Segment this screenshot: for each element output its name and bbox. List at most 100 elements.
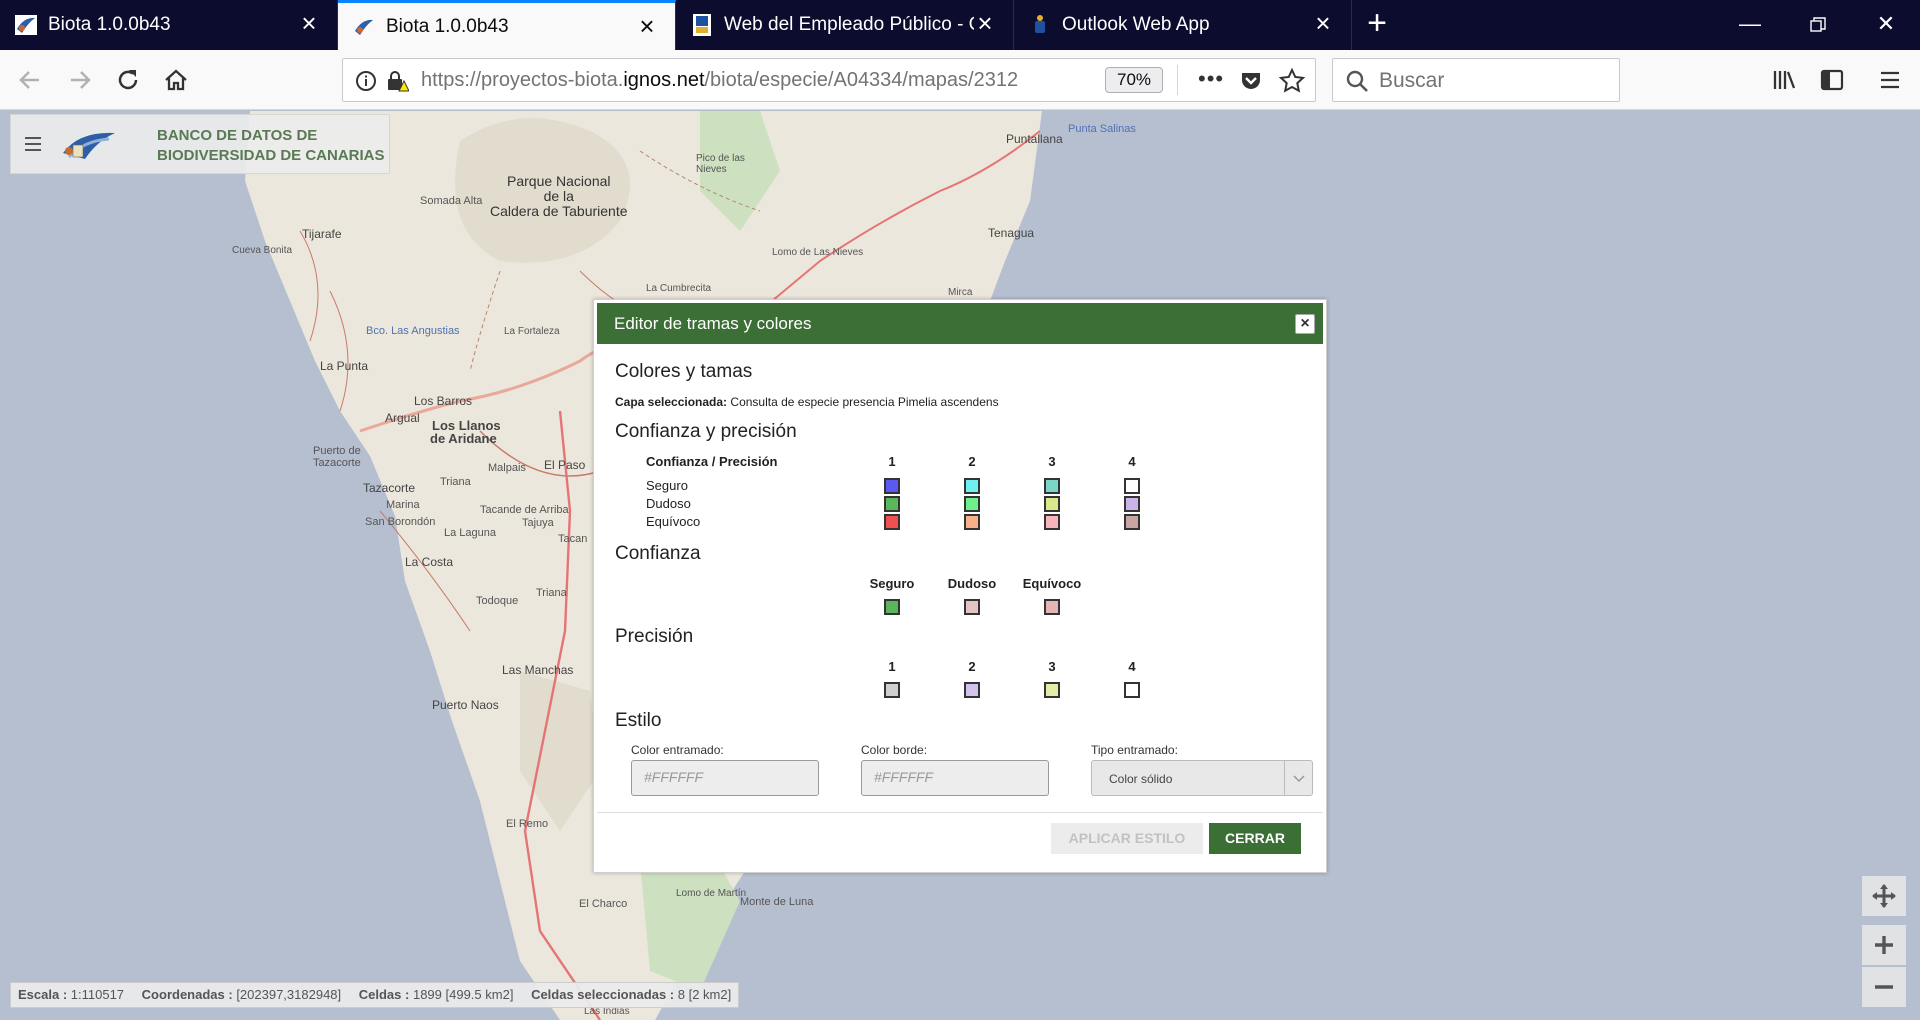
section-colors-heading: Colores y tamas <box>615 361 753 382</box>
search-icon <box>1346 70 1368 92</box>
plus-icon <box>1875 936 1893 954</box>
matrix-col-2: 2 <box>968 454 976 469</box>
page-actions-icon[interactable]: ••• <box>1198 65 1224 93</box>
map-label: La Laguna <box>444 527 496 539</box>
app-logo-icon <box>63 132 115 159</box>
map-label: Monte de Luna <box>740 896 814 908</box>
section-prec-heading: Precisión <box>615 626 694 647</box>
restore-icon[interactable] <box>1784 0 1852 50</box>
tab-biota-1[interactable]: Biota 1.0.0b43 × <box>0 0 338 50</box>
zoom-in-button[interactable] <box>1862 925 1906 965</box>
swatch-conf-seguro[interactable] <box>884 599 900 615</box>
swatch-equivoco-4[interactable] <box>1124 514 1140 530</box>
map-label: Somada Alta <box>420 195 483 207</box>
swatch-conf-equivoco[interactable] <box>1044 599 1060 615</box>
back-button[interactable] <box>8 58 52 102</box>
info-icon[interactable] <box>355 70 377 92</box>
tab-bar: Biota 1.0.0b43 × Biota 1.0.0b43 × Web de… <box>0 0 1920 50</box>
map-label-park: Parque Nacional de la Caldera de Taburie… <box>490 173 628 219</box>
app-title: BANCO DE DATOS DE BIODIVERSIDAD DE CANAR… <box>157 127 385 164</box>
home-button[interactable] <box>154 58 198 102</box>
section-conf-prec-heading: Confianza y precisión <box>615 421 797 442</box>
tab-title: Web del Empleado Público - Go <box>724 14 974 35</box>
border-color-label: Color borde: <box>861 743 928 757</box>
border-color-input[interactable]: #FFFFFF <box>861 760 1049 796</box>
matrix-header: Confianza / Precisión <box>646 454 778 469</box>
map-label: Argual <box>385 411 420 425</box>
fill-color-input[interactable]: #FFFFFF <box>631 760 819 796</box>
cells-label: Celdas : <box>358 987 410 1002</box>
fill-type-select[interactable]: Color sólido <box>1091 760 1313 796</box>
swatch-prec-1[interactable] <box>884 682 900 698</box>
map-label: Triana <box>536 587 567 599</box>
swatch-equivoco-1[interactable] <box>884 514 900 530</box>
dialog-close-icon[interactable]: × <box>1295 314 1315 334</box>
map-label: Tazacorte <box>313 457 361 469</box>
swatch-dudoso-1[interactable] <box>884 496 900 512</box>
reload-icon <box>118 70 138 90</box>
chevron-down-icon[interactable] <box>1284 761 1312 795</box>
swatch-seguro-2[interactable] <box>964 478 980 494</box>
swatch-seguro-4[interactable] <box>1124 478 1140 494</box>
library-button[interactable] <box>1762 58 1806 102</box>
bookmark-star-icon[interactable] <box>1279 68 1305 94</box>
search-input[interactable]: Buscar <box>1332 58 1620 102</box>
swatch-seguro-3[interactable] <box>1044 478 1060 494</box>
pan-button[interactable] <box>1862 876 1906 916</box>
scale-value: 1:110517 <box>70 987 125 1002</box>
conf-col-dudoso: Dudoso <box>947 576 997 591</box>
minimize-icon[interactable]: — <box>1716 0 1784 50</box>
swatch-dudoso-3[interactable] <box>1044 496 1060 512</box>
map-label: Puerto de <box>313 445 361 457</box>
hamburger-menu-icon <box>1881 71 1899 89</box>
swatch-prec-4[interactable] <box>1124 682 1140 698</box>
reload-button[interactable] <box>106 58 150 102</box>
map-label: Triana <box>440 476 471 488</box>
tab-close-icon[interactable]: × <box>635 13 659 39</box>
map-label: Tacande de Arriba <box>480 504 569 516</box>
new-tab-button[interactable]: + <box>1352 0 1402 50</box>
zoom-out-button[interactable] <box>1862 967 1906 1007</box>
selected-cells-value: 8 [2 km2] <box>677 987 732 1002</box>
apply-style-button[interactable]: APLICAR ESTILO <box>1051 823 1203 854</box>
pocket-icon[interactable] <box>1239 69 1263 93</box>
biota-favicon-icon <box>355 19 373 35</box>
zoom-indicator[interactable]: 70% <box>1105 67 1163 93</box>
swatch-prec-3[interactable] <box>1044 682 1060 698</box>
move-icon <box>1872 884 1896 908</box>
divider <box>1177 65 1178 95</box>
tab-close-icon[interactable]: × <box>1311 10 1335 36</box>
search-placeholder: Buscar <box>1379 69 1445 92</box>
swatch-dudoso-2[interactable] <box>964 496 980 512</box>
map-label: Tenagua <box>988 226 1035 240</box>
map-label: de Aridane <box>430 431 497 446</box>
matrix-col-1: 1 <box>888 454 896 469</box>
swatch-prec-2[interactable] <box>964 682 980 698</box>
sidebar-button[interactable] <box>1810 58 1854 102</box>
gov-favicon-icon <box>693 14 711 36</box>
tab-close-icon[interactable]: × <box>973 10 997 36</box>
swatch-equivoco-3[interactable] <box>1044 514 1060 530</box>
matrix-row-seguro: Seguro <box>646 478 688 493</box>
swatch-equivoco-2[interactable] <box>964 514 980 530</box>
swatch-conf-dudoso[interactable] <box>964 599 980 615</box>
dialog-header: Editor de tramas y colores × <box>597 303 1323 344</box>
swatch-dudoso-4[interactable] <box>1124 496 1140 512</box>
swatch-seguro-1[interactable] <box>884 478 900 494</box>
close-dialog-button[interactable]: CERRAR <box>1209 823 1301 854</box>
app-menu-icon[interactable] <box>25 137 41 151</box>
menu-button[interactable] <box>1868 58 1912 102</box>
coords-label: Coordenadas : <box>141 987 233 1002</box>
home-icon <box>165 69 187 91</box>
map-label: El Charco <box>579 898 628 910</box>
url-text[interactable]: https://proyectos-biota.ignos.net/biota/… <box>421 69 1061 92</box>
tab-biota-2[interactable]: Biota 1.0.0b43 × <box>338 0 676 50</box>
forward-button[interactable] <box>58 58 102 102</box>
insecure-lock-icon[interactable] <box>385 69 409 93</box>
tab-empleado-publico[interactable]: Web del Empleado Público - Go × <box>676 0 1014 50</box>
selected-cells-label: Celdas seleccionadas : <box>531 987 675 1002</box>
url-bar[interactable]: https://proyectos-biota.ignos.net/biota/… <box>342 58 1316 102</box>
window-close-icon[interactable]: ✕ <box>1852 0 1920 50</box>
tab-outlook[interactable]: Outlook Web App × <box>1014 0 1352 50</box>
tab-close-icon[interactable]: × <box>297 10 321 36</box>
